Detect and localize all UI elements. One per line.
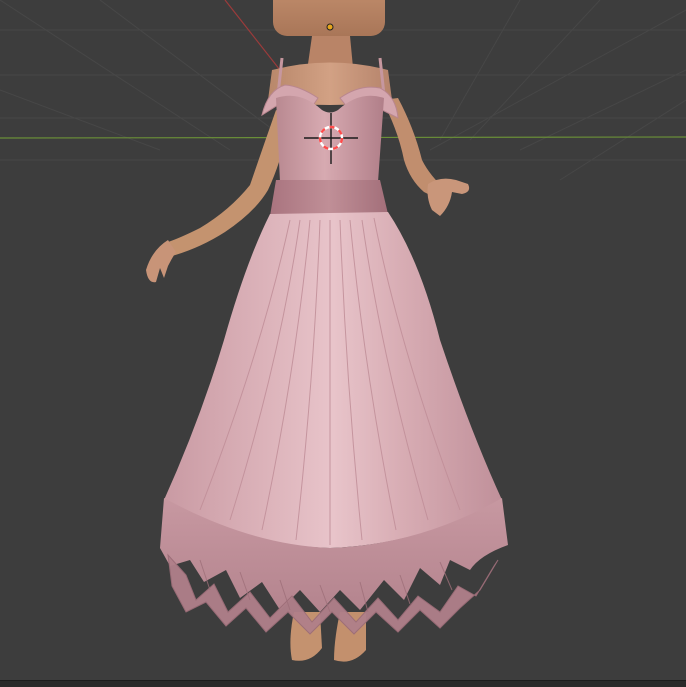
viewport-bottom-border	[0, 680, 686, 687]
gown-bodice	[276, 95, 384, 182]
3d-viewport[interactable]	[0, 0, 686, 687]
character-hand-right	[427, 178, 470, 216]
character-hand-left	[146, 240, 176, 283]
gown-skirt	[164, 212, 502, 548]
pink-gown[interactable]	[160, 57, 508, 635]
origin-dot-icon	[326, 23, 334, 31]
viewport-scene[interactable]	[0, 0, 686, 687]
character-head[interactable]	[273, 0, 385, 36]
gown-waistband	[270, 180, 388, 216]
